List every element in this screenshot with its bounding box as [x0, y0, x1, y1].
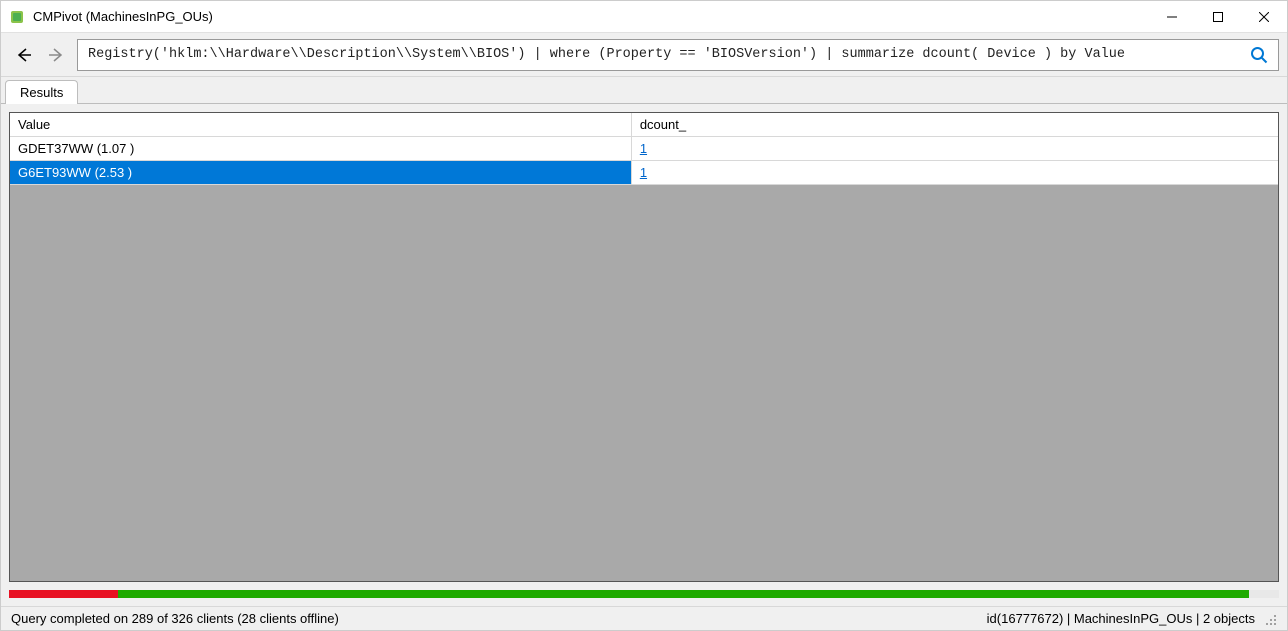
table-row[interactable]: G6ET93WW (2.53 ) 1	[10, 161, 1278, 185]
window-title: CMPivot (MachinesInPG_OUs)	[33, 9, 213, 24]
status-left: Query completed on 289 of 326 clients (2…	[11, 611, 339, 626]
minimize-button[interactable]	[1149, 1, 1195, 32]
title-bar: CMPivot (MachinesInPG_OUs)	[1, 1, 1287, 33]
progress-bar	[9, 590, 1279, 598]
title-bar-left: CMPivot (MachinesInPG_OUs)	[9, 9, 213, 25]
status-bar: Query completed on 289 of 326 clients (2…	[1, 606, 1287, 630]
dcount-link[interactable]: 1	[640, 141, 647, 156]
status-right: id(16777672) | MachinesInPG_OUs | 2 obje…	[987, 611, 1255, 626]
progress-remaining-segment	[1249, 590, 1279, 598]
query-input[interactable]	[88, 47, 1244, 62]
table-row[interactable]: GDET37WW (1.07 ) 1	[10, 137, 1278, 161]
search-button[interactable]	[1244, 41, 1274, 69]
cell-dcount: 1	[631, 161, 1278, 185]
column-header-dcount[interactable]: dcount_	[631, 113, 1278, 137]
back-button[interactable]	[9, 41, 37, 69]
grid-header-row: Value dcount_	[10, 113, 1278, 137]
maximize-button[interactable]	[1195, 1, 1241, 32]
status-right-group: id(16777672) | MachinesInPG_OUs | 2 obje…	[987, 611, 1277, 626]
cell-value: GDET37WW (1.07 )	[10, 137, 631, 161]
cell-dcount: 1	[631, 137, 1278, 161]
progress-complete-segment	[118, 590, 1248, 598]
resize-grip-icon[interactable]	[1263, 612, 1277, 626]
dcount-link[interactable]: 1	[640, 165, 647, 180]
toolbar	[1, 33, 1287, 77]
tab-strip: Results	[1, 77, 1287, 103]
cell-value: G6ET93WW (2.53 )	[10, 161, 631, 185]
results-grid: Value dcount_ GDET37WW (1.07 ) 1 G6ET93W…	[10, 113, 1278, 185]
app-icon	[9, 9, 25, 25]
forward-button[interactable]	[43, 41, 71, 69]
window-controls	[1149, 1, 1287, 32]
results-grid-wrap: Value dcount_ GDET37WW (1.07 ) 1 G6ET93W…	[9, 112, 1279, 582]
close-button[interactable]	[1241, 1, 1287, 32]
content-area: Value dcount_ GDET37WW (1.07 ) 1 G6ET93W…	[1, 103, 1287, 606]
query-box	[77, 39, 1279, 71]
progress-offline-segment	[9, 590, 118, 598]
tab-results[interactable]: Results	[5, 80, 78, 104]
column-header-value[interactable]: Value	[10, 113, 631, 137]
